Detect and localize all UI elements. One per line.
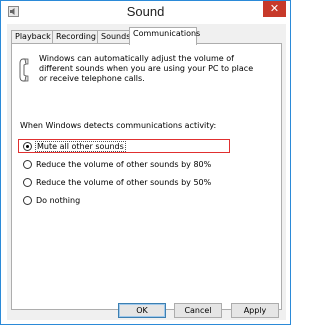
tab-sounds[interactable]: Sounds (97, 30, 131, 44)
option-mute-all[interactable]: Mute all other sounds (23, 140, 126, 152)
ok-button[interactable]: OK (118, 303, 166, 318)
radio-mute-all[interactable] (23, 141, 32, 151)
option-label: Do nothing (36, 195, 81, 205)
section-label: When Windows detects communications acti… (20, 121, 217, 130)
option-do-nothing[interactable]: Do nothing (23, 194, 80, 206)
option-reduce-80[interactable]: Reduce the volume of other sounds by 80% (23, 158, 211, 170)
radio-do-nothing[interactable] (23, 195, 32, 205)
tab-recording[interactable]: Recording (52, 30, 98, 44)
tab-playback[interactable]: Playback (11, 30, 53, 44)
option-label: Mute all other sounds (35, 140, 126, 152)
option-reduce-50[interactable]: Reduce the volume of other sounds by 50% (23, 176, 211, 188)
radio-reduce-50[interactable] (23, 177, 32, 187)
title-bar: Sound ✕ (1, 1, 290, 23)
cancel-button[interactable]: Cancel (174, 303, 222, 318)
close-button[interactable]: ✕ (263, 1, 286, 17)
apply-button[interactable]: Apply (231, 303, 279, 318)
window-title: Sound (126, 4, 165, 19)
dialog-client-area: Playback Recording Sounds Communications… (7, 24, 286, 320)
radio-reduce-80[interactable] (23, 159, 32, 169)
communications-panel: Windows can automatically adjust the vol… (11, 43, 282, 310)
telephone-handset-icon (19, 58, 29, 82)
close-icon: ✕ (269, 2, 280, 15)
option-label: Reduce the volume of other sounds by 80% (36, 159, 212, 169)
option-label: Reduce the volume of other sounds by 50% (36, 177, 212, 187)
tab-communications[interactable]: Communications (129, 27, 200, 45)
info-text: Windows can automatically adjust the vol… (39, 54, 254, 83)
sound-dialog: Sound ✕ Playback Recording Sounds Commun… (0, 0, 291, 325)
